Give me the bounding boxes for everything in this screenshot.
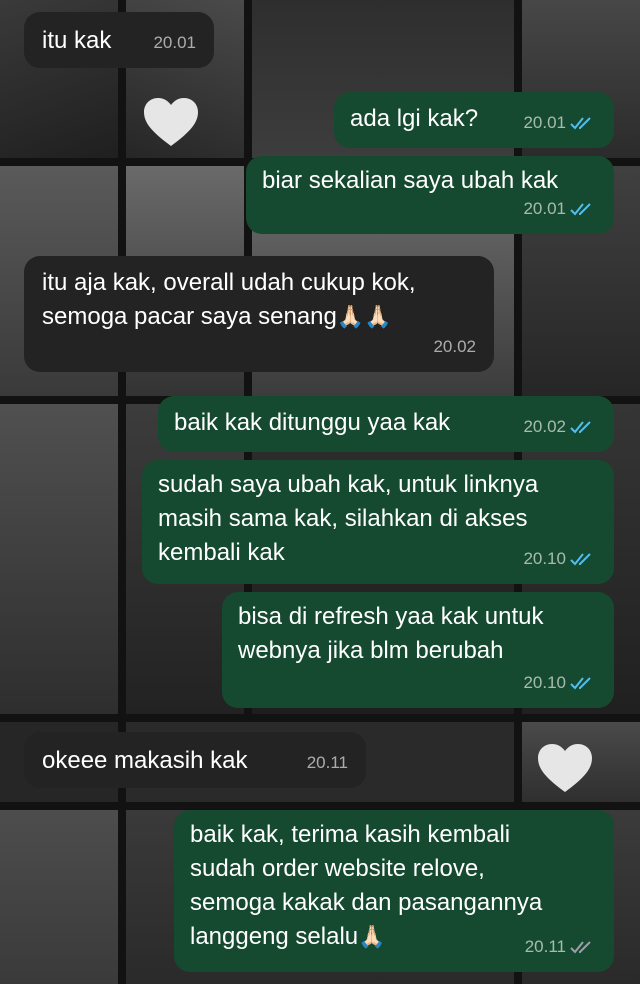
message-text-line: sudah saya ubah kak, untuk linknya — [158, 471, 539, 498]
message-time: 20.11 — [306, 753, 348, 772]
message-time: 20.11 — [524, 937, 566, 956]
message-meta: 20.02 — [523, 410, 596, 444]
message-time: 20.02 — [523, 417, 566, 436]
double-check-read-icon — [570, 201, 596, 217]
message-list[interactable]: itu kak 20.01 ada lgi kak? 20.01 biar se… — [0, 0, 640, 984]
message-text: biar sekalian saya ubah kak — [262, 167, 559, 194]
outgoing-message[interactable]: bisa di refresh yaa kak untuk webnya jik… — [222, 592, 614, 708]
message-time: 20.01 — [523, 113, 566, 132]
incoming-message[interactable]: okeee makasih kak 20.11 — [24, 732, 366, 788]
outgoing-message[interactable]: baik kak ditunggu yaa kak 20.02 — [158, 396, 614, 452]
message-time: 20.10 — [523, 673, 566, 692]
message-meta: 20.11 — [525, 930, 596, 964]
message-text-line: bisa di refresh yaa kak untuk — [238, 603, 544, 630]
message-text-line: baik kak, terima kasih kembali — [190, 821, 511, 848]
message-text: semoga pacar saya senang — [42, 303, 337, 330]
outgoing-message[interactable]: ada lgi kak? 20.01 — [334, 92, 614, 148]
message-text: baik kak ditunggu yaa kak — [174, 409, 451, 436]
message-meta: 20.10 — [523, 666, 596, 700]
message-text-line: sudah order website relove, — [190, 855, 485, 882]
message-meta: 20.10 — [523, 542, 596, 576]
message-text-line: semoga pacar saya senang🙏🏻🙏🏻 — [42, 300, 476, 334]
message-text-line: semoga kakak dan pasangannya — [190, 889, 543, 916]
message-text: langgeng selalu — [190, 923, 359, 950]
incoming-message[interactable]: itu aja kak, overall udah cukup kok, sem… — [24, 256, 494, 372]
message-meta: 20.01 — [153, 26, 196, 60]
double-check-read-icon — [570, 419, 596, 435]
message-text-line: itu aja kak, overall udah cukup kok, — [42, 269, 416, 296]
message-time: 20.10 — [523, 549, 566, 568]
folded-hands-emoji: 🙏🏻 — [358, 924, 386, 949]
double-check-read-icon — [570, 675, 596, 691]
message-time: 20.01 — [153, 33, 196, 52]
outgoing-message[interactable]: sudah saya ubah kak, untuk linknya masih… — [142, 460, 614, 584]
incoming-message[interactable]: itu kak 20.01 — [24, 12, 214, 68]
folded-hands-emoji: 🙏🏻🙏🏻 — [336, 304, 392, 329]
message-text: ada lgi kak? — [350, 105, 479, 132]
double-check-read-icon — [570, 551, 596, 567]
message-time: 20.01 — [523, 199, 566, 218]
message-meta: 20.01 — [523, 192, 596, 226]
message-meta: 20.01 — [523, 106, 596, 140]
message-meta: 20.02 — [433, 330, 476, 364]
double-check-read-icon — [570, 115, 596, 131]
outgoing-message[interactable]: biar sekalian saya ubah kak 20.01 — [246, 156, 614, 234]
message-text: okeee makasih kak — [42, 747, 248, 774]
double-check-delivered-icon — [570, 939, 596, 955]
message-text: itu kak — [42, 27, 112, 54]
message-time: 20.02 — [433, 337, 476, 356]
message-meta: 20.11 — [307, 746, 348, 780]
message-text-line: webnya jika blm berubah — [238, 637, 504, 664]
message-text-line: masih sama kak, silahkan di akses — [158, 505, 528, 532]
outgoing-message[interactable]: baik kak, terima kasih kembali sudah ord… — [174, 810, 614, 972]
